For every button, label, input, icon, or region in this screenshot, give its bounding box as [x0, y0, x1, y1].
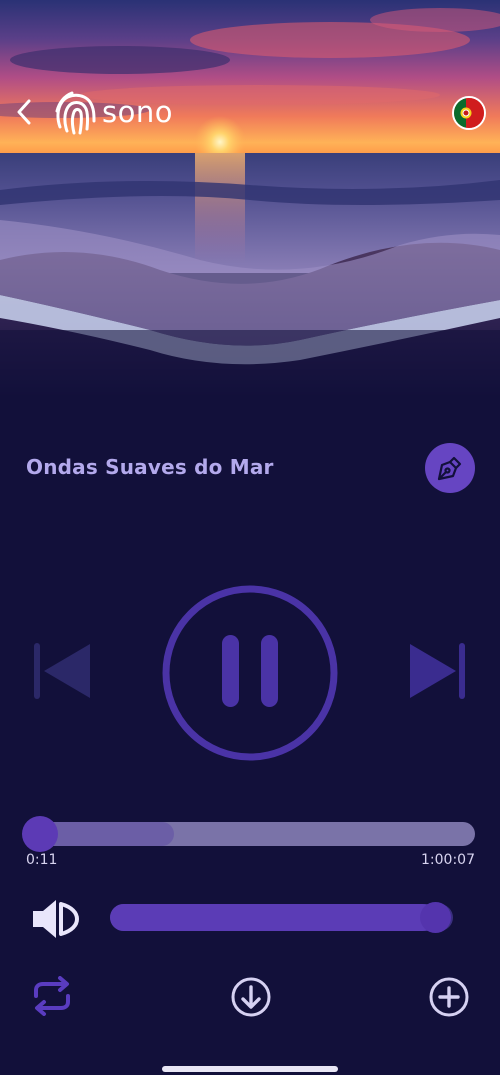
next-button[interactable] — [406, 640, 468, 702]
pause-icon — [162, 585, 338, 761]
volume-thumb[interactable] — [419, 902, 451, 933]
app-logo: sono — [54, 86, 173, 138]
volume-button[interactable] — [30, 896, 82, 942]
download-button[interactable] — [230, 976, 272, 1018]
skip-previous-icon — [34, 643, 90, 699]
edit-button[interactable] — [425, 443, 475, 493]
repeat-icon — [34, 976, 70, 1016]
language-flag-button[interactable] — [452, 96, 486, 130]
add-to-playlist-button[interactable] — [428, 976, 470, 1018]
back-button[interactable] — [10, 94, 38, 130]
total-time: 1:00:07 — [421, 852, 475, 868]
chevron-left-icon — [17, 99, 31, 125]
play-pause-button[interactable] — [160, 583, 340, 763]
home-indicator — [162, 1066, 338, 1072]
repeat-button[interactable] — [30, 976, 74, 1016]
fingerprint-icon — [55, 91, 96, 135]
volume-half-icon — [33, 900, 79, 938]
volume-level — [110, 904, 436, 931]
hero-image: sono — [0, 0, 500, 400]
current-time: 0:11 — [26, 852, 58, 868]
volume-slider[interactable] — [110, 902, 453, 933]
top-nav-bar: sono — [0, 84, 500, 140]
portugal-flag-icon — [454, 98, 484, 128]
previous-button[interactable] — [32, 640, 94, 702]
add-circle-icon — [429, 977, 469, 1017]
pen-nib-icon — [437, 456, 462, 481]
progress-thumb[interactable] — [22, 816, 58, 852]
app-name: sono — [102, 95, 173, 129]
progress-slider[interactable] — [22, 816, 475, 852]
download-circle-icon — [231, 977, 271, 1017]
skip-next-icon — [410, 643, 465, 699]
track-title: Ondas Suaves do Mar — [26, 455, 274, 479]
